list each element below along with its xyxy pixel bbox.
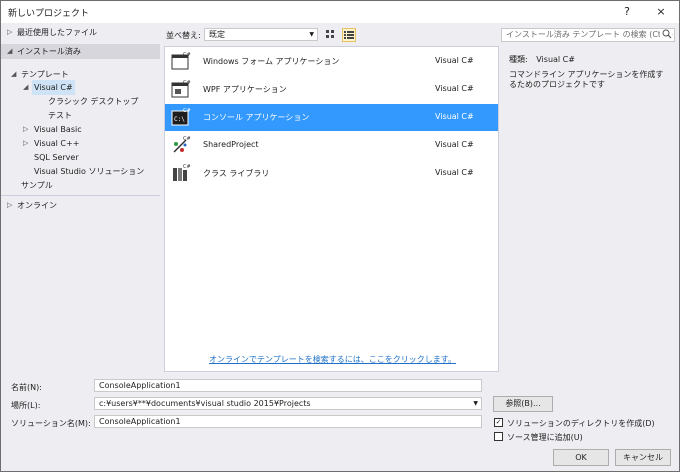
svg-text:C#: C# xyxy=(183,52,191,58)
svg-text:C#: C# xyxy=(183,108,191,114)
source-control-label: ソース管理に追加(U) xyxy=(507,433,583,442)
browse-button[interactable]: 参照(B)... xyxy=(493,396,553,412)
collapsed-arrow-icon: ▷ xyxy=(23,125,29,133)
nav-installed[interactable]: ◢ インストール済み xyxy=(1,44,160,59)
solution-input[interactable]: ConsoleApplication1 xyxy=(94,415,482,428)
name-input[interactable]: ConsoleApplication1 xyxy=(94,379,482,392)
template-item-class-library[interactable]: C# クラス ライブラリ Visual C# xyxy=(165,160,498,187)
collapsed-arrow-icon: ▷ xyxy=(7,28,13,36)
create-directory-label: ソリューションのディレクトリを作成(D) xyxy=(507,419,655,428)
list-view-icon[interactable] xyxy=(342,28,356,42)
sort-select[interactable]: 既定 ▼ xyxy=(204,28,318,41)
create-directory-checkbox[interactable]: ✓ xyxy=(494,418,503,427)
svg-text:C:\: C:\ xyxy=(174,116,185,123)
dropdown-arrow-icon: ▼ xyxy=(309,31,314,38)
template-list: C# Windows フォーム アプリケーション Visual C# C# WP… xyxy=(164,46,499,372)
svg-text:C#: C# xyxy=(183,136,191,142)
nav-sql-server[interactable]: SQL Server xyxy=(1,150,160,165)
location-label: 場所(L): xyxy=(11,401,41,410)
nav-visual-cpp[interactable]: ▷ Visual C++ xyxy=(1,136,160,151)
shared-project-icon: C# xyxy=(171,135,191,155)
grid-view-icon[interactable] xyxy=(324,28,338,42)
source-control-checkbox[interactable] xyxy=(494,432,503,441)
template-item-windows-forms[interactable]: C# Windows フォーム アプリケーション Visual C# xyxy=(165,48,498,75)
template-item-shared-project[interactable]: C# SharedProject Visual C# xyxy=(165,132,498,159)
expanded-arrow-icon: ◢ xyxy=(23,83,29,91)
sort-label: 並べ替え: xyxy=(166,31,201,40)
nav-visual-basic[interactable]: ▷ Visual Basic xyxy=(1,122,160,137)
console-app-icon: C:\ C# xyxy=(171,107,191,127)
nav-recent[interactable]: ▷ 最近使用したファイル xyxy=(1,25,160,40)
collapsed-arrow-icon: ▷ xyxy=(7,201,13,209)
location-input[interactable]: c:¥users¥**¥documents¥visual studio 2015… xyxy=(94,397,482,410)
online-search-link[interactable]: オンラインでテンプレートを検索するには、ここをクリックします。 xyxy=(165,354,500,365)
new-project-dialog: 新しいプロジェクト ? × ▷ 最近使用したファイル ◢ インストール済み ◢ … xyxy=(0,0,680,472)
collapsed-arrow-icon: ▷ xyxy=(23,139,29,147)
dialog-title: 新しいプロジェクト xyxy=(8,9,90,19)
svg-text:C#: C# xyxy=(183,164,191,170)
nav-samples[interactable]: サンプル xyxy=(1,178,160,193)
search-icon xyxy=(660,29,672,41)
nav-test[interactable]: テスト xyxy=(1,108,160,123)
name-label: 名前(N): xyxy=(11,383,42,392)
template-description: コマンドライン アプリケーションを作成するためのプロジェクトです xyxy=(509,70,664,89)
project-form: 名前(N): ConsoleApplication1 場所(L): c:¥use… xyxy=(1,373,679,471)
nav-visual-csharp[interactable]: ◢ Visual C# xyxy=(1,80,160,95)
template-item-wpf[interactable]: C# WPF アプリケーション Visual C# xyxy=(165,76,498,103)
class-library-icon: C# xyxy=(171,163,191,183)
type-label: 種類: Visual C# xyxy=(509,55,575,64)
template-search-input[interactable]: インストール済み テンプレート の検索 (Ctrl+E xyxy=(501,28,675,42)
svg-text:C#: C# xyxy=(183,80,191,86)
nav-vs-solution[interactable]: Visual Studio ソリューション xyxy=(1,164,160,179)
nav-divider xyxy=(1,195,160,196)
windows-forms-icon: C# xyxy=(171,51,191,71)
help-button[interactable]: ? xyxy=(618,4,636,20)
type-value: Visual C# xyxy=(536,55,575,64)
expanded-arrow-icon: ◢ xyxy=(7,47,13,55)
template-item-console[interactable]: C:\ C# コンソール アプリケーション Visual C# xyxy=(165,104,498,131)
solution-label: ソリューション名(M): xyxy=(11,419,91,428)
cancel-button[interactable]: キャンセル xyxy=(615,449,671,466)
nav-online[interactable]: ▷ オンライン xyxy=(1,198,160,213)
nav-classic-desktop[interactable]: クラシック デスクトップ xyxy=(1,94,160,109)
dropdown-arrow-icon: ▼ xyxy=(473,400,478,407)
title-bar: 新しいプロジェクト ? × xyxy=(1,1,679,23)
ok-button[interactable]: OK xyxy=(553,449,609,466)
category-tree: ▷ 最近使用したファイル ◢ インストール済み ◢ テンプレート ◢ Visua… xyxy=(1,23,160,373)
close-button[interactable]: × xyxy=(652,4,670,20)
wpf-icon: C# xyxy=(171,79,191,99)
